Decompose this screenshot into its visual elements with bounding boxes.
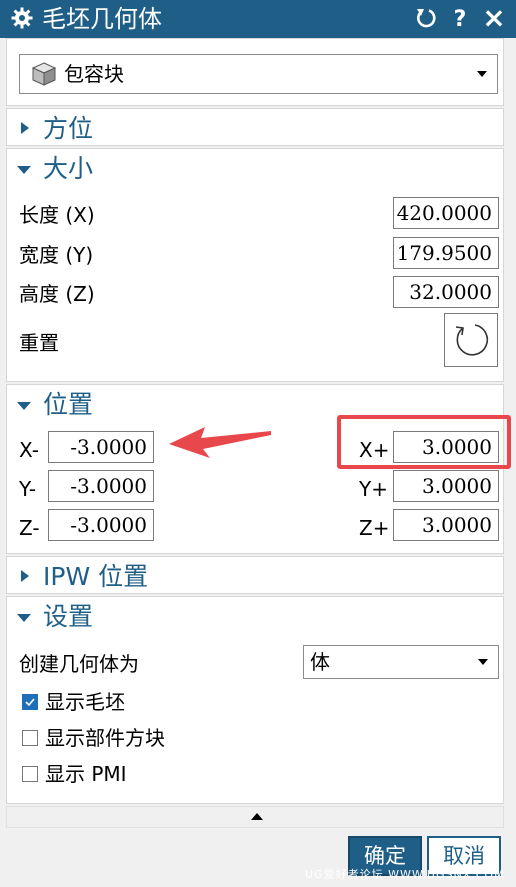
watermark: UG爱好者论坛 WWW.UGSNX.COM — [305, 868, 505, 881]
z-plus-label: Z+ — [359, 516, 390, 540]
section-size: 大小 长度 (X) 420.0000 宽度 (Y) 179.9500 高度 (Z… — [6, 148, 504, 382]
svg-text:?: ? — [454, 7, 467, 30]
svg-text:×: × — [482, 6, 505, 30]
section-title: 方位 — [43, 114, 94, 143]
dialog-title: 毛坯几何体 — [42, 5, 162, 33]
expand-arrow-icon — [21, 122, 29, 134]
chevron-down-icon — [478, 659, 488, 665]
show-pmi-label: 显示 PMI — [45, 762, 127, 786]
section-ipw-position: IPW 位置 — [6, 556, 504, 594]
collapse-up-icon — [251, 813, 263, 820]
close-icon[interactable]: × — [482, 6, 506, 30]
collapse-arrow-icon — [17, 166, 31, 174]
y-plus-label: Y+ — [359, 477, 388, 501]
section-header-ipw-position[interactable]: IPW 位置 — [7, 559, 505, 595]
section-header-size[interactable]: 大小 — [7, 151, 505, 187]
expand-arrow-icon — [21, 570, 29, 582]
x-minus-input[interactable]: -3.0000 — [48, 431, 154, 463]
gear-icon[interactable] — [10, 6, 34, 30]
reset-icon[interactable] — [414, 6, 438, 30]
create-as-label: 创建几何体为 — [19, 652, 139, 676]
create-as-value: 体 — [310, 650, 330, 674]
section-header-settings[interactable]: 设置 — [7, 599, 505, 635]
help-icon[interactable]: ? — [448, 6, 472, 30]
section-settings: 设置 创建几何体为 体 显示毛坯 显示部件方块 显示 PMI — [6, 596, 504, 804]
highlight-box — [337, 415, 511, 469]
type-panel: 包容块 — [6, 38, 504, 106]
section-title: 设置 — [43, 602, 94, 631]
show-blank-checkbox[interactable] — [22, 694, 38, 710]
checkmark-icon — [25, 698, 35, 707]
z-minus-input[interactable]: -3.0000 — [48, 509, 154, 541]
section-title: 位置 — [43, 390, 94, 419]
width-input[interactable]: 179.9500 — [393, 237, 499, 269]
y-minus-label: Y- — [19, 477, 37, 501]
annotation-arrow-icon — [169, 427, 271, 458]
section-title: 大小 — [43, 154, 94, 183]
section-title: IPW 位置 — [43, 562, 149, 591]
chevron-down-icon — [477, 71, 487, 77]
reset-button[interactable] — [444, 313, 498, 367]
height-input[interactable]: 32.0000 — [393, 276, 499, 308]
type-dropdown[interactable]: 包容块 — [19, 54, 498, 94]
height-label: 高度 (Z) — [19, 282, 95, 306]
reset-icon — [455, 324, 489, 356]
z-minus-label: Z- — [19, 516, 40, 540]
x-minus-label: X- — [19, 438, 39, 462]
y-minus-input[interactable]: -3.0000 — [48, 470, 154, 502]
reset-label: 重置 — [19, 331, 59, 355]
show-part-box-label: 显示部件方块 — [45, 726, 165, 750]
title-bar: 毛坯几何体 ? × — [0, 0, 516, 38]
length-input[interactable]: 420.0000 — [393, 197, 499, 229]
collapse-arrow-icon — [17, 402, 31, 410]
cube-icon — [31, 62, 57, 86]
show-blank-label: 显示毛坯 — [45, 690, 125, 714]
section-position: 位置 X- -3.0000 Y- -3.0000 Z- -3.0000 X+ 3… — [6, 384, 504, 554]
z-plus-input[interactable]: 3.0000 — [393, 509, 499, 541]
collapse-bar[interactable] — [6, 806, 504, 828]
show-part-box-checkbox[interactable] — [22, 730, 38, 746]
section-header-orientation[interactable]: 方位 — [7, 111, 505, 147]
section-orientation: 方位 — [6, 108, 504, 146]
collapse-arrow-icon — [17, 614, 31, 622]
create-as-dropdown[interactable]: 体 — [303, 645, 499, 679]
y-plus-input[interactable]: 3.0000 — [393, 470, 499, 502]
type-dropdown-value: 包容块 — [64, 62, 124, 86]
show-pmi-checkbox[interactable] — [22, 766, 38, 782]
width-label: 宽度 (Y) — [19, 243, 94, 267]
length-label: 长度 (X) — [19, 203, 95, 227]
